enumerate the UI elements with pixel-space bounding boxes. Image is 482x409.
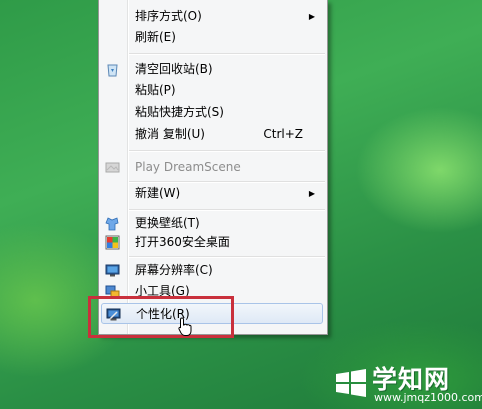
menu-item-label: 新建(W) bbox=[135, 186, 181, 200]
menu-item-open-360-desktop[interactable]: 打开360安全桌面 bbox=[101, 232, 323, 253]
menu-item-paste-shortcut[interactable]: 粘贴快捷方式(S) bbox=[101, 102, 323, 123]
menu-item-sort-by[interactable]: 排序方式(O) ▶ bbox=[101, 6, 323, 27]
red-highlight-box bbox=[88, 296, 234, 338]
desktop-context-menu: 排序方式(O) ▶ 刷新(E) 清空回收站(B) 粘贴(P) 粘贴快捷方式(S)… bbox=[98, 0, 328, 335]
submenu-arrow-icon: ▶ bbox=[308, 189, 315, 198]
recycle-bin-icon bbox=[107, 64, 118, 77]
menu-item-paste[interactable]: 粘贴(P) bbox=[101, 80, 323, 101]
menu-item-label: 撤消 复制(U) bbox=[135, 127, 205, 141]
dreamscene-icon bbox=[105, 162, 120, 173]
menu-item-label: Play DreamScene bbox=[135, 160, 241, 174]
menu-item-refresh[interactable]: 刷新(E) bbox=[101, 27, 323, 48]
menu-item-label: 粘贴快捷方式(S) bbox=[135, 105, 224, 119]
monitor-icon bbox=[105, 264, 120, 277]
menu-item-label: 屏幕分辨率(C) bbox=[135, 263, 213, 277]
menu-item-label: 打开360安全桌面 bbox=[135, 235, 230, 249]
menu-item-label: 刷新(E) bbox=[135, 30, 176, 44]
hand-cursor-icon bbox=[178, 317, 192, 336]
wallpaper-icon bbox=[105, 217, 119, 231]
menu-item-undo-copy[interactable]: 撤消 复制(U) Ctrl+Z bbox=[101, 124, 323, 145]
menu-separator bbox=[129, 256, 325, 258]
watermark: 学知网 www.jmqz1000.com bbox=[330, 358, 482, 409]
menu-item-label: 粘贴(P) bbox=[135, 83, 176, 97]
menu-item-new[interactable]: 新建(W) ▶ bbox=[101, 183, 323, 204]
menu-item-label: 更换壁纸(T) bbox=[135, 216, 200, 230]
submenu-arrow-icon: ▶ bbox=[308, 12, 315, 21]
site-logo-icon bbox=[336, 369, 366, 397]
menu-item-empty-recycle-bin[interactable]: 清空回收站(B) bbox=[101, 59, 323, 80]
menu-item-play-dreamscene: Play DreamScene bbox=[101, 157, 323, 178]
360-desktop-icon bbox=[105, 235, 120, 250]
menu-separator bbox=[129, 209, 325, 211]
menu-item-shortcut: Ctrl+Z bbox=[263, 127, 303, 141]
menu-separator bbox=[129, 53, 325, 55]
watermark-url: www.jmqz1000.com bbox=[374, 391, 482, 404]
menu-item-label: 排序方式(O) bbox=[135, 9, 202, 23]
menu-item-change-wallpaper[interactable]: 更换壁纸(T) bbox=[101, 213, 323, 234]
menu-item-screen-resolution[interactable]: 屏幕分辨率(C) bbox=[101, 260, 323, 281]
menu-item-label: 清空回收站(B) bbox=[135, 62, 213, 76]
menu-separator bbox=[129, 150, 325, 152]
